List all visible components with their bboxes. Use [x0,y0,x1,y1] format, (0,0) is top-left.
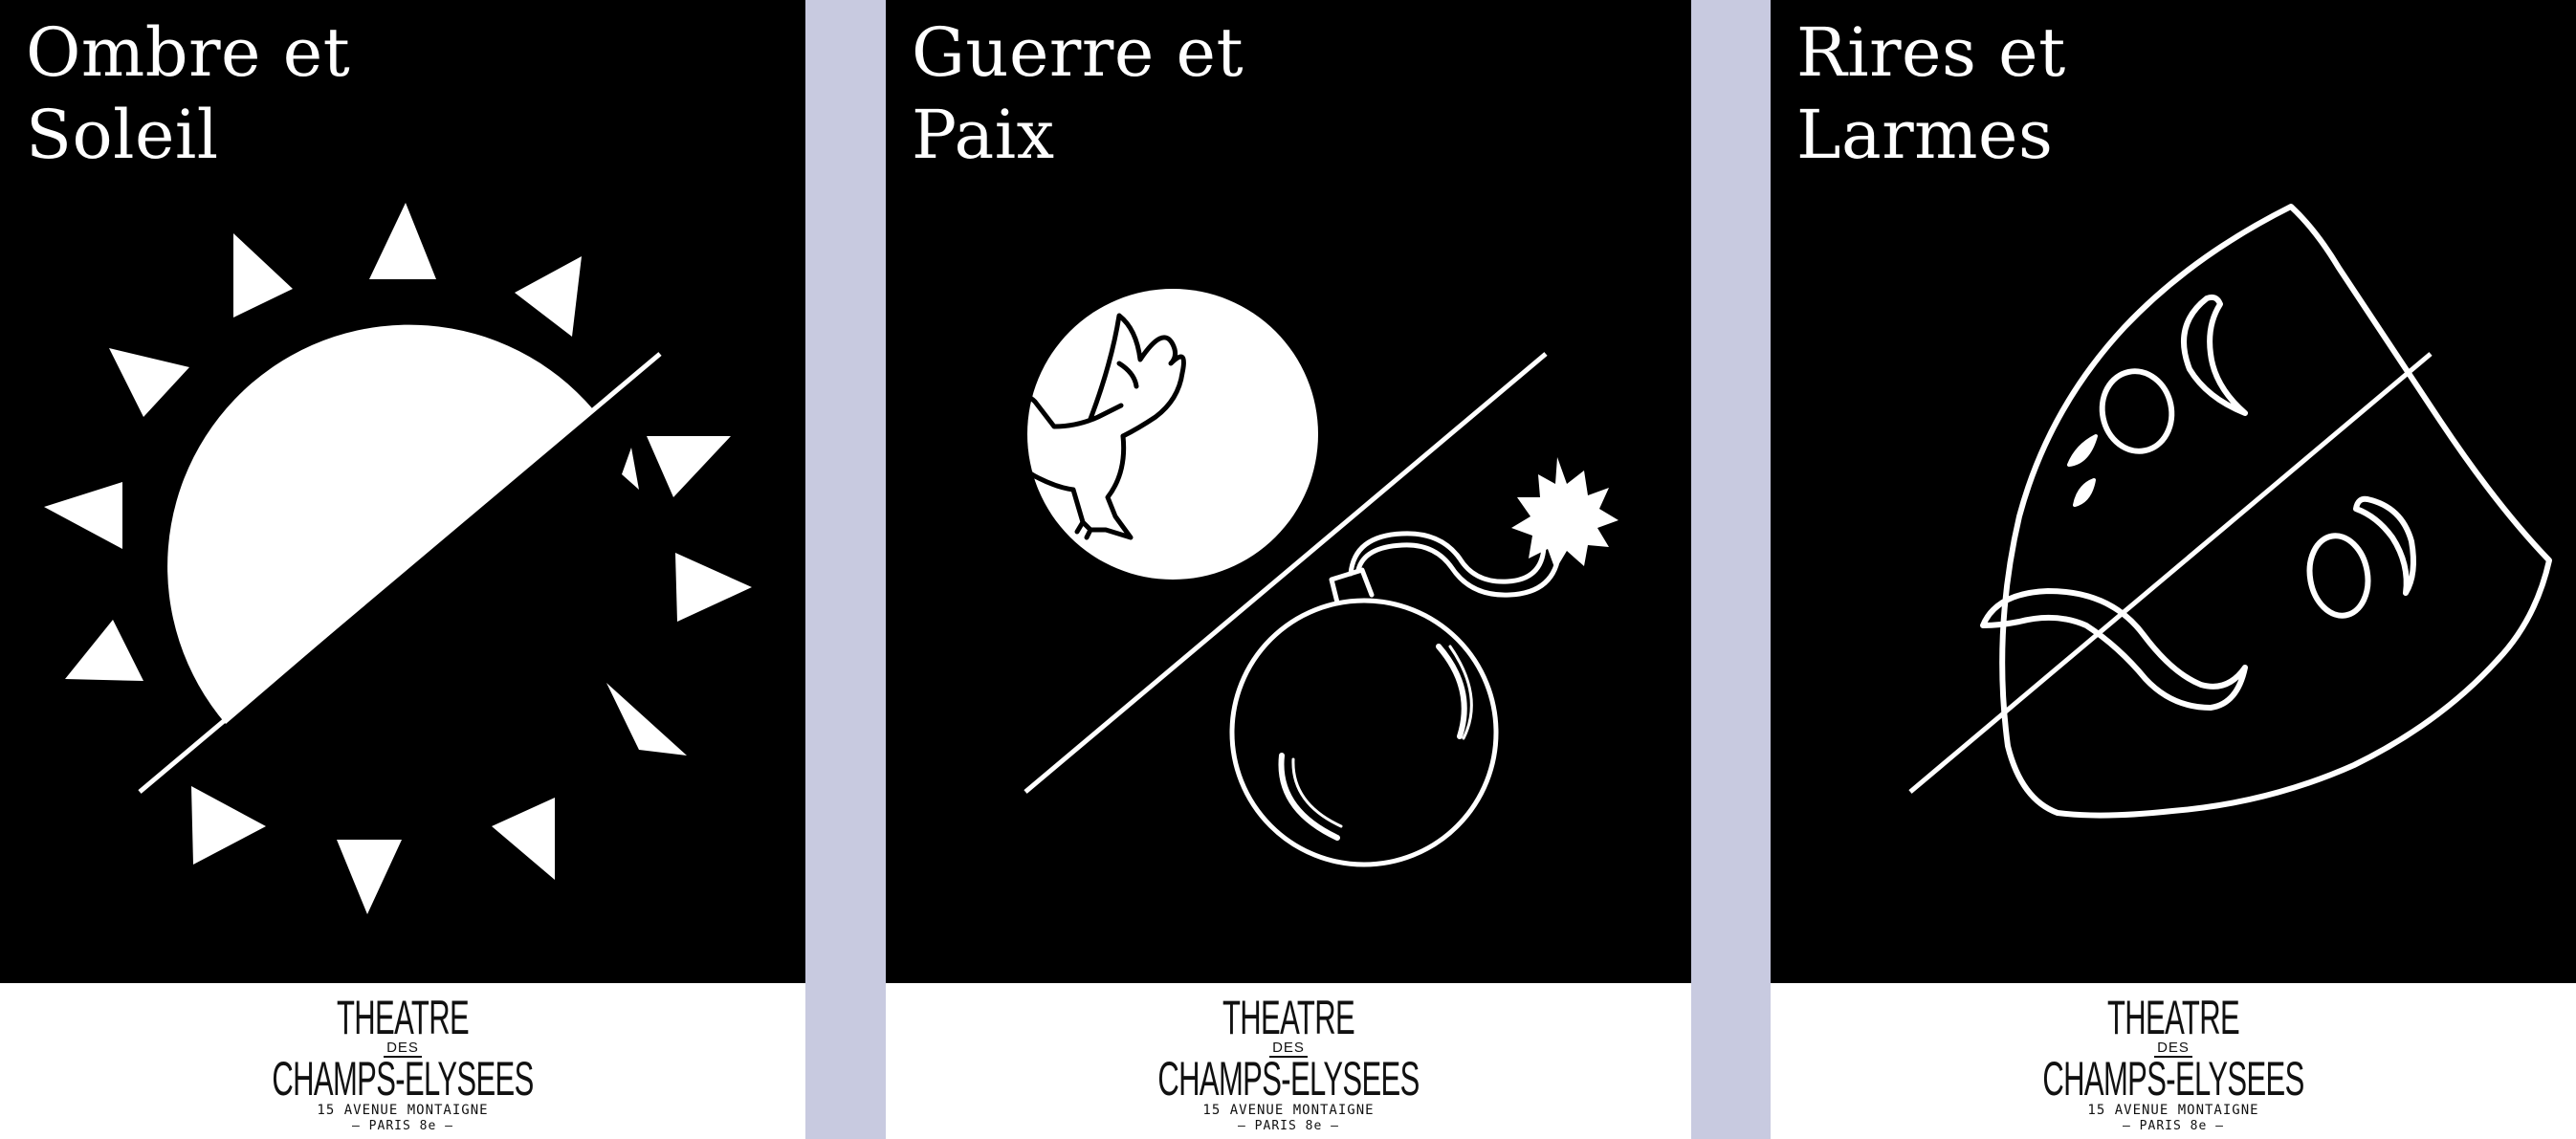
dove-circle [1027,289,1318,580]
logo-champs-elysees: CHAMPS-ELYSEES [2042,1052,2304,1106]
address-text: 15 AVENUE MONTAIGNE [1202,1103,1375,1118]
theatre-footer: THEATRE DES CHAMPS-ELYSEES 15 AVENUE MON… [886,983,1691,1139]
theatre-footer: THEATRE DES CHAMPS-ELYSEES 15 AVENUE MON… [1771,983,2576,1139]
address-text: 15 AVENUE MONTAIGNE [2087,1103,2259,1118]
logo-theatre: THEATRE [2106,991,2240,1044]
logo-theatre: THEATRE [1222,991,1355,1044]
poster-guerre-et-paix: Guerre et Paix THEATRE DES CHAMPS-ELYSEE… [886,0,1691,1139]
theatre-footer: THEATRE DES CHAMPS-ELYSEES 15 AVENUE MON… [0,983,805,1139]
poster-ombre-et-soleil: Ombre et Soleil THEATRE DES CHAMPS-ELYSE… [0,0,805,1139]
city-text: — PARIS 8e — [2123,1119,2224,1133]
logo-champs-elysees: CHAMPS-ELYSEES [272,1052,534,1106]
dove-and-bomb-icon [982,289,1618,867]
spark-icon [1511,457,1618,570]
theatre-mask-icon [1908,204,2552,819]
poster-rires-et-larmes: Rires et Larmes THEATRE DES CHAMPS-ELYSE… [1771,0,2576,1139]
city-text: — PARIS 8e — [352,1119,453,1133]
logo-champs-elysees: CHAMPS-ELYSEES [1157,1052,1420,1106]
address-text: 15 AVENUE MONTAIGNE [317,1103,489,1118]
logo-theatre: THEATRE [336,991,470,1044]
city-text: — PARIS 8e — [1238,1119,1339,1133]
sun-icon [44,203,752,914]
